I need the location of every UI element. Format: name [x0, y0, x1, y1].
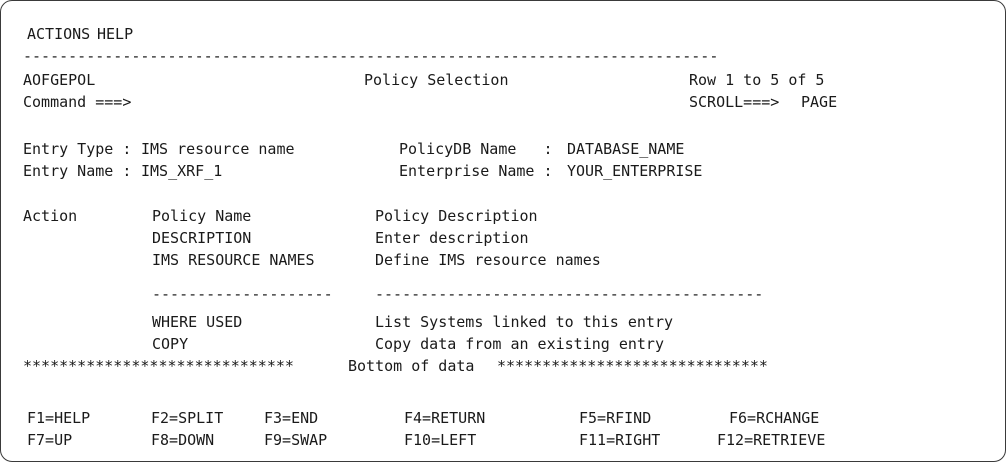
fkey-f8-down[interactable]: F8=DOWN	[151, 429, 214, 451]
menu-actions[interactable]: ACTIONS	[27, 23, 90, 45]
bottom-marker-left: ******************************	[23, 357, 294, 375]
enterprise-label: Enterprise Name :	[399, 162, 553, 180]
policydb-value: DATABASE_NAME	[567, 140, 685, 158]
enterprise-value: YOUR_ENTERPRISE	[567, 162, 703, 180]
entry-name-label: Entry Name :	[23, 162, 132, 180]
table-row-description: Define IMS resource names	[375, 251, 601, 269]
table-row-name: COPY	[152, 335, 189, 353]
menu-help[interactable]: HELP	[97, 23, 133, 45]
table-row-name: DESCRIPTION	[152, 229, 252, 247]
command-label: Command ===>	[23, 93, 132, 111]
entry-type-value: IMS resource name	[141, 140, 295, 158]
fkey-f2-split[interactable]: F2=SPLIT	[151, 407, 223, 429]
table-row-description: List Systems linked to this entry	[375, 313, 674, 331]
page-title: Policy Selection	[364, 71, 509, 89]
fkey-f3-end[interactable]: F3=END	[264, 407, 318, 429]
top-divider: ----------------------------------------…	[23, 47, 719, 65]
fkey-f1-help[interactable]: F1=HELP	[27, 407, 90, 429]
bottom-of-data: Bottom of data	[348, 357, 475, 375]
action-field-ims-resource-names[interactable]	[23, 250, 123, 270]
command-input[interactable]	[141, 92, 661, 112]
table-row-description: Copy data from an existing entry	[375, 335, 664, 353]
scroll-value[interactable]: PAGE	[801, 91, 837, 113]
column-header-policy-name: Policy Name	[152, 207, 252, 225]
action-field-where-used[interactable]	[23, 312, 123, 332]
table-row-description: Enter description	[375, 229, 529, 247]
fkey-f4-return[interactable]: F4=RETURN	[404, 407, 485, 429]
table-row-name: WHERE USED	[152, 313, 243, 331]
table-separator-description: ----------------------------------------…	[375, 285, 764, 303]
table-row-name: IMS RESOURCE NAMES	[152, 251, 315, 269]
entry-name-value: IMS_XRF_1	[141, 162, 223, 180]
entry-type-label: Entry Type :	[23, 140, 132, 158]
fkey-f9-swap[interactable]: F9=SWAP	[264, 429, 327, 451]
fkey-f11-right[interactable]: F11=RIGHT	[579, 429, 660, 451]
column-header-action: Action	[23, 207, 78, 225]
scroll-label: SCROLL===>	[689, 93, 780, 111]
action-field-copy[interactable]	[23, 334, 123, 354]
bottom-marker-right: ******************************	[497, 357, 768, 375]
fkey-f5-rfind[interactable]: F5=RFIND	[579, 407, 651, 429]
fkey-f12-retrieve[interactable]: F12=RETRIEVE	[717, 429, 825, 451]
fkey-f10-left[interactable]: F10=LEFT	[404, 429, 476, 451]
fkey-f7-up[interactable]: F7=UP	[27, 429, 72, 451]
action-field-description[interactable]	[23, 228, 123, 248]
column-header-policy-description: Policy Description	[375, 207, 538, 225]
policydb-label: PolicyDB Name :	[399, 140, 553, 158]
fkey-f6-rchange[interactable]: F6=RCHANGE	[729, 407, 819, 429]
row-info: Row 1 to 5 of 5	[689, 71, 825, 89]
panel-id: AOFGEPOL	[23, 71, 96, 89]
table-separator-name: --------------------	[152, 285, 333, 303]
terminal-screen: ACTIONS HELP ---------------------------…	[0, 0, 1006, 462]
